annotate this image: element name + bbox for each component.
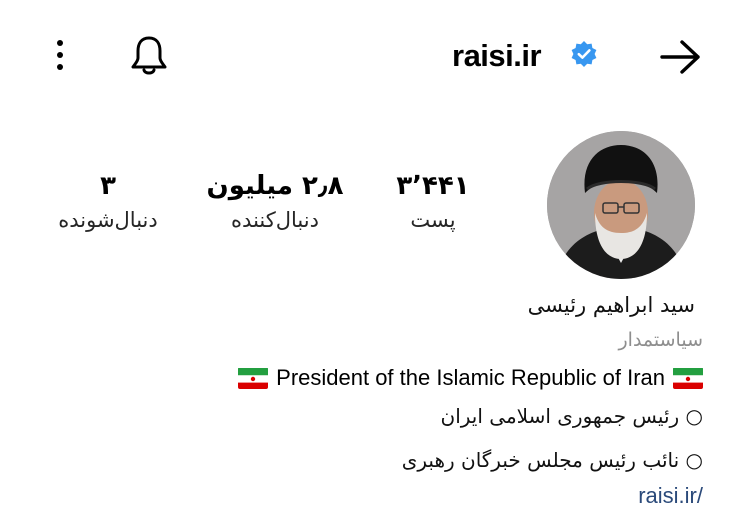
iran-flag-icon — [673, 367, 703, 389]
avatar[interactable] — [547, 131, 695, 279]
iran-flag-icon — [238, 367, 269, 389]
bio-line-1: ○ رئیس جمهوری اسلامی ایران — [440, 404, 703, 428]
avatar-portrait — [547, 131, 695, 279]
bio-english-text: President of the Islamic Republic of Ira… — [276, 365, 665, 390]
stat-following-label: دنبال‌شونده — [58, 208, 158, 232]
profile-link[interactable]: raisi.ir/ — [638, 480, 703, 512]
stat-followers-label: دنبال‌کننده — [231, 208, 319, 232]
stat-following[interactable]: ۳ دنبال‌شونده — [42, 168, 174, 236]
profile-name: سید ابراهیم رئیسی — [527, 293, 695, 317]
stat-followers[interactable]: ۲٫۸ میلیون دنبال‌کننده — [195, 168, 355, 236]
stat-followers-value: ۲٫۸ میلیون — [206, 171, 344, 201]
stat-posts[interactable]: ۳٬۴۴۱ پست — [378, 168, 488, 236]
bell-icon[interactable] — [128, 33, 170, 77]
stat-posts-label: پست — [410, 208, 456, 232]
more-vertical-icon[interactable] — [49, 38, 71, 74]
stat-following-value: ۳ — [100, 171, 116, 201]
stat-posts-value: ۳٬۴۴۱ — [396, 171, 470, 201]
back-arrow-icon[interactable] — [658, 38, 704, 76]
bio-line-2: ○ نائب رئیس مجلس خبرگان رهبری — [401, 448, 703, 472]
bio-english-line: President of the Islamic Republic of Ira… — [238, 362, 703, 394]
profile-category: سیاستمدار — [618, 329, 703, 351]
profile-username: raisi.ir — [452, 38, 542, 73]
verified-badge-icon — [571, 41, 597, 67]
